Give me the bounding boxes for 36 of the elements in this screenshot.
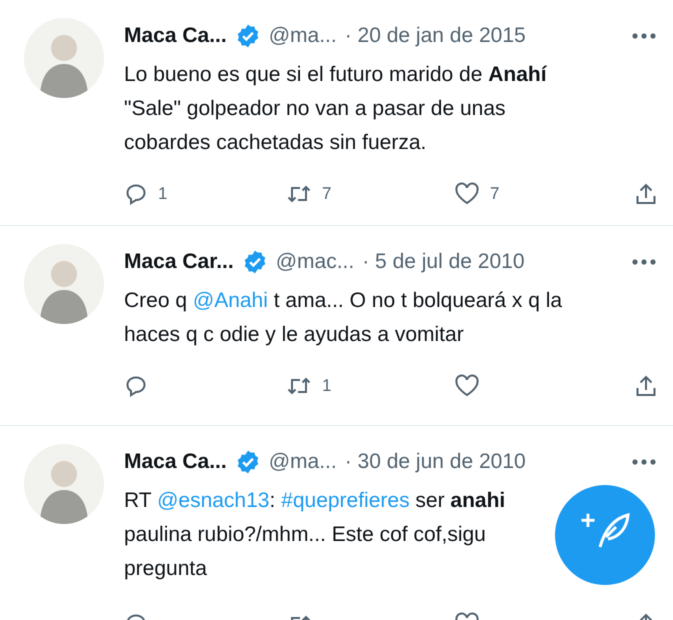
more-button[interactable] <box>631 258 657 266</box>
share-button[interactable] <box>635 374 657 398</box>
user-name: Maca Car... <box>124 250 234 274</box>
heart-icon <box>454 182 480 206</box>
retweet-button[interactable]: 7 <box>286 182 332 206</box>
user-handle: @mac... <box>276 250 354 274</box>
reply-button[interactable] <box>124 374 148 398</box>
user-handle: @ma... <box>268 450 337 474</box>
user-name: Maca Ca... <box>124 24 227 48</box>
share-icon <box>635 182 657 206</box>
verified-icon <box>234 449 261 475</box>
tweet-text: RT @esnach13: #queprefieres ser anahi paulina rubio?/mhm... Este cof cof,sigu pregunta <box>124 488 506 582</box>
more-button[interactable] <box>631 458 657 466</box>
tweet-text: Creo q @Anahi t ama... O no t bolqueará x q la haces q c odie y le ayudas a vomitar <box>124 288 562 348</box>
user-name: Maca Ca... <box>124 450 227 474</box>
more-icon <box>631 32 657 40</box>
feather-icon <box>596 511 630 549</box>
tweet-text: Lo bueno es que si el futuro marido de Anahí "Sale" golpeador no van a pasar de unas cobardes cachetadas sin fuerza. <box>124 62 547 156</box>
retweet-button[interactable]: 1 <box>286 374 332 398</box>
share-button[interactable] <box>635 182 657 206</box>
user-handle: @ma... <box>268 24 337 48</box>
tweet-date: · 5 de jul de 2010 <box>362 250 525 274</box>
heart-icon <box>454 374 480 398</box>
verified-icon <box>242 249 268 275</box>
more-icon <box>631 258 657 266</box>
more-button[interactable] <box>631 32 657 40</box>
comment-icon <box>124 182 148 206</box>
tweet-date: · 20 de jan de 2015 <box>344 24 526 48</box>
share-icon <box>635 374 657 398</box>
more-icon <box>631 458 657 466</box>
comment-icon <box>124 374 148 398</box>
verified-icon <box>234 23 261 49</box>
like-button[interactable]: 7 <box>454 182 500 206</box>
like-button[interactable] <box>454 374 480 398</box>
reply-button[interactable]: 1 <box>124 182 168 206</box>
tweet-date: · 30 de jun de 2010 <box>344 450 526 474</box>
